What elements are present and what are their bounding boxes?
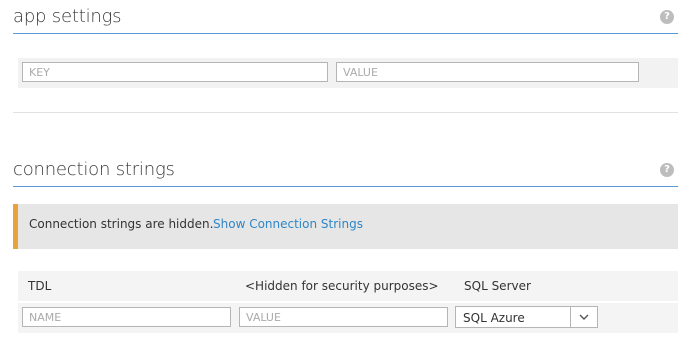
- connection-name-input[interactable]: [22, 307, 231, 327]
- help-icon[interactable]: ?: [660, 163, 674, 177]
- dropdown-button[interactable]: [570, 307, 597, 327]
- help-icon[interactable]: ?: [660, 10, 674, 24]
- connection-name: TDL: [28, 279, 52, 293]
- notice-message: Connection strings are hidden.: [29, 217, 214, 231]
- app-settings-header: app settings ?: [13, 6, 678, 34]
- connection-type-select[interactable]: SQL Azure: [455, 306, 598, 328]
- connection-value: <Hidden for security purposes>: [245, 279, 439, 293]
- app-setting-row: [18, 58, 678, 88]
- show-connection-strings-link[interactable]: Show Connection Strings: [213, 217, 363, 231]
- connection-strings-header: connection strings ?: [13, 159, 678, 187]
- section-underline: [13, 33, 678, 34]
- app-setting-value-input[interactable]: [336, 62, 639, 82]
- connection-type-selected: SQL Azure: [463, 311, 525, 325]
- new-connection-string-row: SQL Azure: [18, 303, 678, 333]
- configure-page: app settings ? connection strings ? Conn…: [0, 0, 693, 344]
- section-divider: [13, 112, 678, 113]
- chevron-down-icon: [579, 314, 589, 320]
- connection-string-row: TDL <Hidden for security purposes> SQL S…: [18, 271, 678, 301]
- section-underline: [13, 186, 678, 187]
- app-settings-title: app settings: [13, 6, 122, 27]
- app-setting-key-input[interactable]: [22, 62, 328, 82]
- connection-strings-title: connection strings: [13, 159, 175, 180]
- connection-value-input[interactable]: [239, 307, 448, 327]
- connection-type: SQL Server: [464, 279, 531, 293]
- hidden-notice: Connection strings are hidden. Show Conn…: [13, 204, 678, 249]
